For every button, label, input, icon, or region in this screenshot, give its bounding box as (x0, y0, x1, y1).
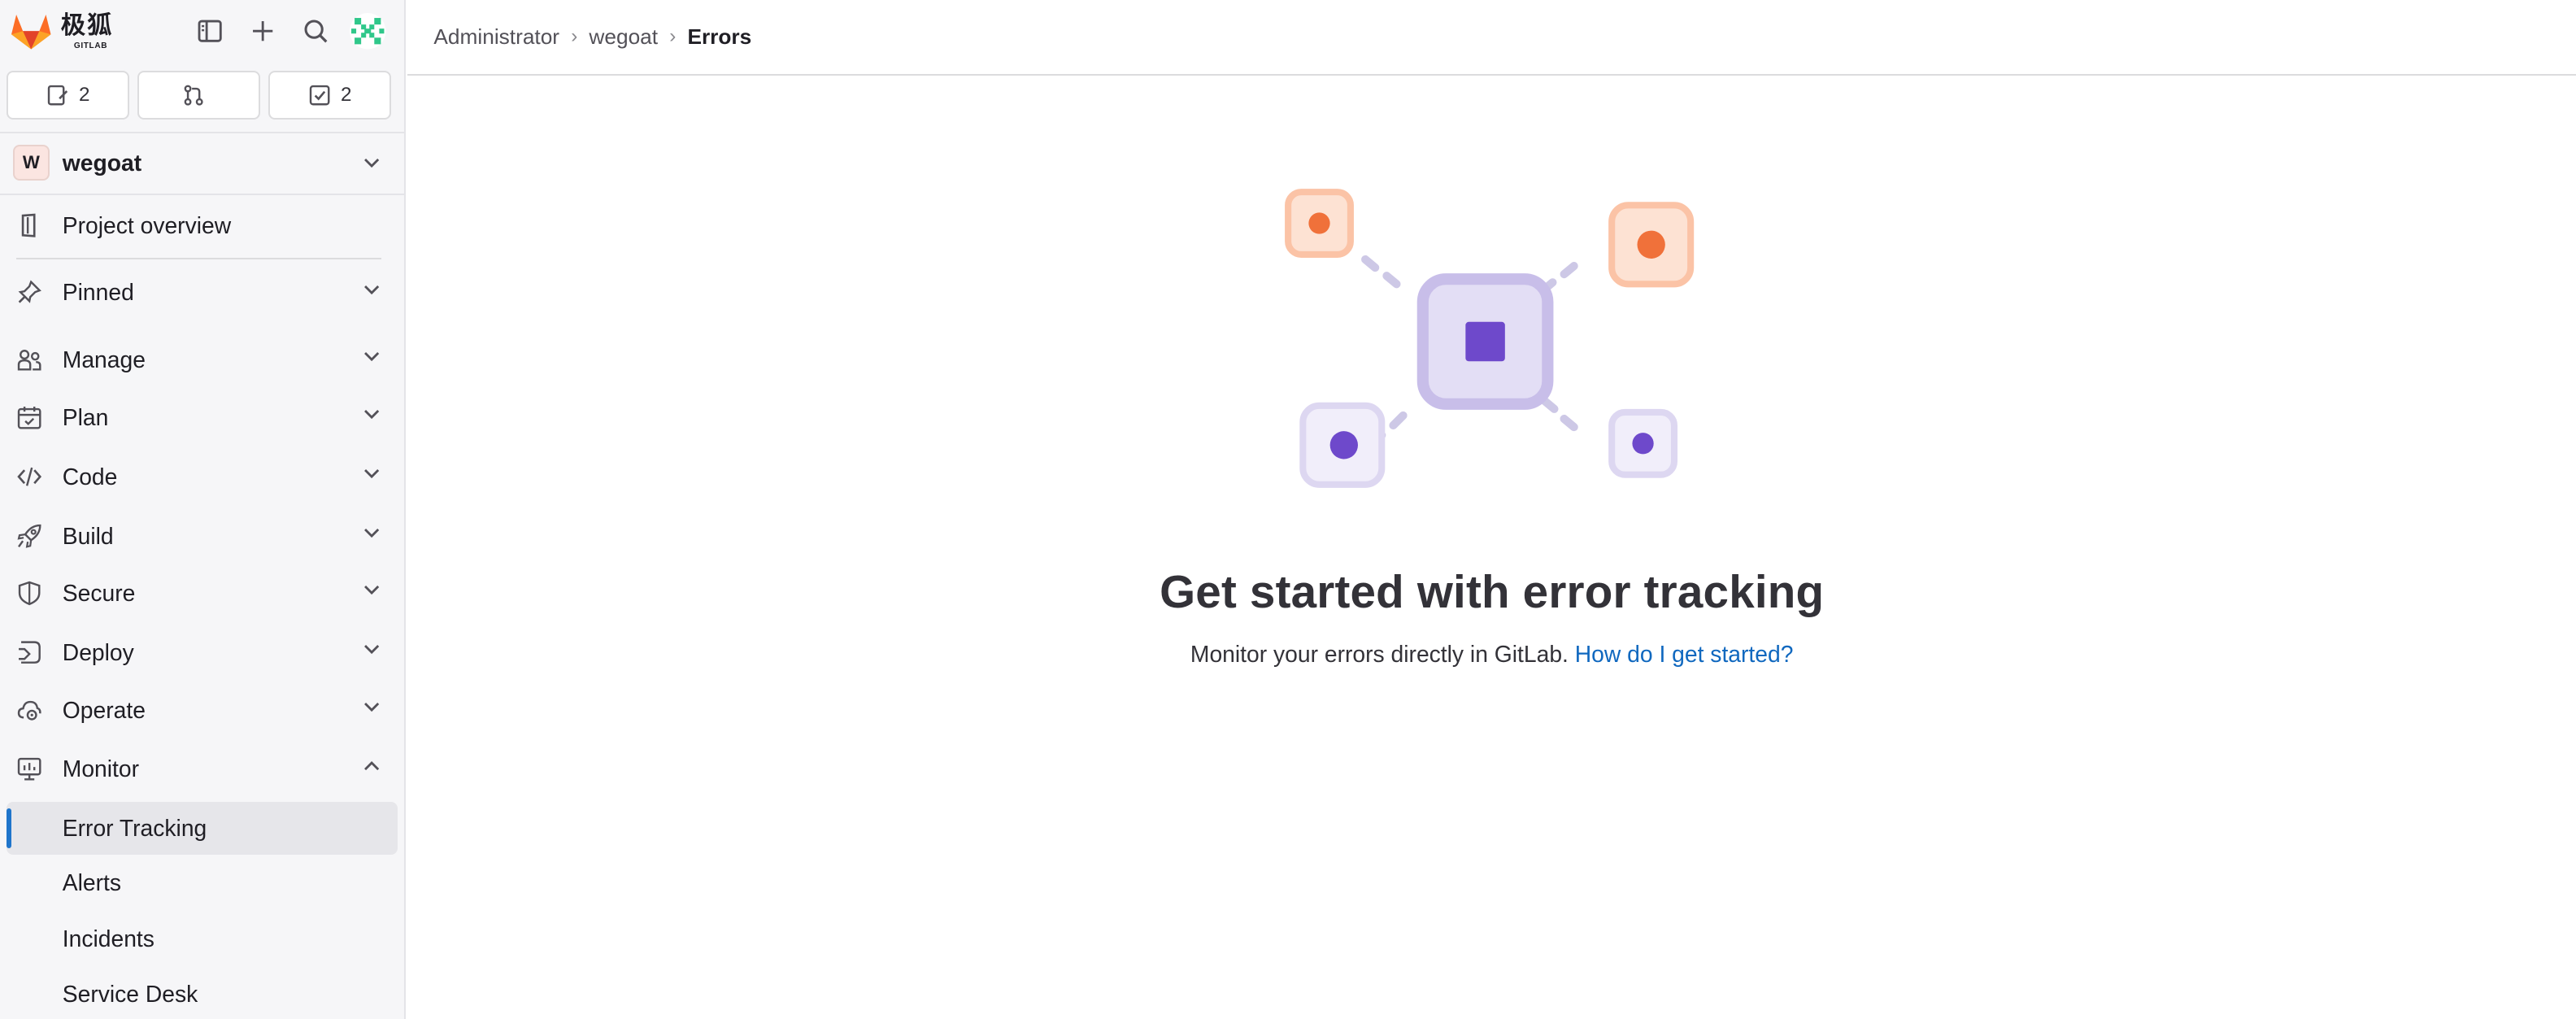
nav-sub-label: Service Desk (62, 981, 198, 1008)
nav-divider (16, 258, 381, 260)
merge-requests-button[interactable] (137, 70, 260, 120)
nav-project-overview[interactable]: Project overview (0, 198, 404, 251)
search-icon[interactable] (299, 15, 332, 47)
chevron-down-icon (363, 352, 379, 362)
project-avatar: W (13, 144, 50, 181)
chevron-down-icon (363, 702, 379, 712)
nav-label: Code (62, 463, 118, 490)
issues-count-button[interactable]: 2 (7, 70, 129, 120)
breadcrumb-item-project[interactable]: wegoat (589, 24, 658, 50)
nav-label: Pinned (62, 279, 134, 306)
nav-label: Operate (62, 696, 146, 723)
nav-sub-label: Incidents (62, 925, 154, 952)
chevron-down-icon (363, 158, 379, 168)
nav-deploy[interactable]: Deploy (0, 626, 404, 679)
sidebar-header: 极狐 GITLAB (0, 0, 404, 63)
nav-pinned[interactable]: Pinned (0, 266, 404, 319)
chevron-down-icon (363, 285, 379, 294)
empty-state-description: Monitor your errors directly in GitLab. (1190, 641, 1569, 668)
brand-sub: GITLAB (73, 41, 108, 50)
nav-sub-alerts[interactable]: Alerts (0, 856, 404, 909)
get-started-link[interactable]: How do I get started? (1575, 641, 1794, 667)
users-icon (18, 350, 41, 371)
merge-request-icon (184, 85, 203, 106)
nav-sub-incidents[interactable]: Incidents (0, 912, 404, 965)
empty-state: Get started with error tracking Monitor … (407, 181, 2576, 668)
nav-label: Plan (62, 404, 109, 431)
breadcrumb-item-current[interactable]: Errors (687, 24, 751, 50)
chevron-down-icon (363, 528, 379, 538)
todos-count-button[interactable]: 2 (268, 70, 391, 120)
main-content: Administrator › wegoat › Errors Get star… (407, 0, 2576, 1019)
calendar-icon (18, 407, 41, 429)
nav-label: Monitor (62, 756, 140, 782)
chevron-right-icon: › (571, 25, 578, 48)
issues-count: 2 (78, 84, 90, 107)
monitor-icon (18, 758, 41, 781)
chevron-right-icon: › (669, 25, 677, 48)
user-avatar-icon[interactable] (350, 13, 386, 50)
nav-label: Build (62, 522, 114, 549)
nav-label: Project overview (62, 211, 232, 238)
plus-icon[interactable] (246, 15, 279, 47)
chevron-down-icon (363, 645, 379, 655)
nav-sub-service-desk[interactable]: Service Desk (0, 968, 404, 1019)
nav-label: Secure (62, 580, 136, 607)
chevron-up-icon (363, 760, 379, 770)
issues-icon (47, 85, 67, 106)
nav-label: Deploy (62, 639, 134, 665)
gitlab-logo-icon[interactable] (10, 11, 53, 50)
brand-name: 极狐 (60, 12, 114, 40)
nav-sub-label: Error Tracking (62, 815, 207, 842)
project-icon (21, 213, 36, 237)
shield-icon (19, 581, 41, 606)
nav-label: Manage (62, 346, 146, 373)
nav-sub-error-tracking[interactable]: Error Tracking (7, 802, 398, 855)
chevron-down-icon (363, 586, 379, 595)
empty-state-title: Get started with error tracking (1160, 566, 1825, 618)
cloud-gear-icon (18, 700, 41, 721)
deploy-icon (19, 641, 41, 664)
code-icon (17, 467, 42, 486)
project-switcher[interactable]: W wegoat (0, 131, 405, 196)
project-name: wegoat (62, 149, 142, 176)
nav-secure[interactable]: Secure (0, 567, 404, 620)
chevron-down-icon (363, 410, 379, 420)
nav-sub-label: Alerts (62, 869, 122, 895)
chevron-down-icon (363, 468, 379, 478)
nav-manage[interactable]: Manage (0, 333, 404, 386)
todos-count: 2 (340, 84, 352, 107)
nav-operate[interactable]: Operate (0, 684, 404, 737)
nav-code[interactable]: Code (0, 451, 404, 503)
error-tracking-illustration-icon (1285, 189, 1695, 489)
breadcrumb-item-administrator[interactable]: Administrator (433, 24, 559, 50)
count-buttons: 2 2 (7, 70, 391, 120)
pin-icon (18, 280, 42, 304)
sidebar: 极狐 GITLAB 2 2 W wegoat Project overview … (0, 0, 407, 1019)
rocket-icon (17, 524, 41, 548)
empty-state-description-line: Monitor your errors directly in GitLab. … (407, 641, 2576, 668)
nav-build[interactable]: Build (0, 509, 404, 562)
nav-plan[interactable]: Plan (0, 391, 404, 444)
sidebar-toggle-icon[interactable] (194, 15, 226, 47)
nav-monitor[interactable]: Monitor (0, 742, 404, 795)
todo-icon (309, 85, 330, 106)
breadcrumb: Administrator › wegoat › Errors (407, 0, 2576, 76)
